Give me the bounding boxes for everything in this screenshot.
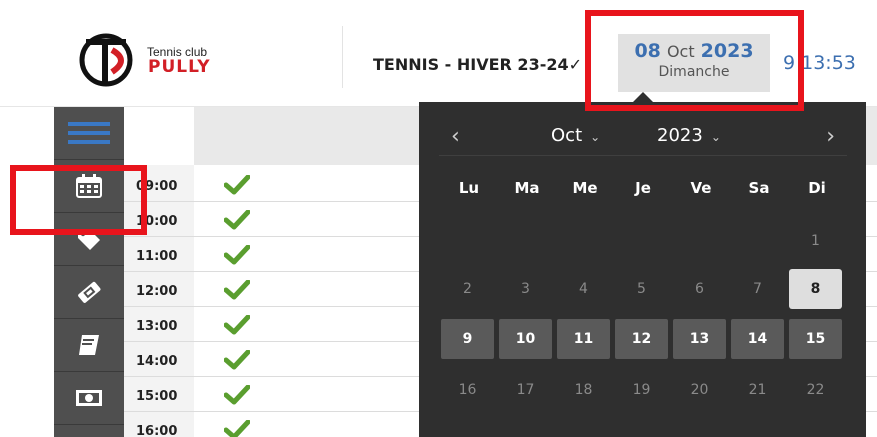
chevron-down-icon: ⌄ [590, 130, 601, 144]
hamburger-icon [68, 117, 110, 149]
weekday-label: Ma [514, 179, 540, 197]
day-cell[interactable]: 22 [789, 370, 842, 410]
highlight-box-calendar [10, 165, 147, 235]
day-cell[interactable]: 2 [441, 269, 494, 309]
season-label: TENNIS - HIVER 23-24 [373, 55, 569, 74]
check-icon [223, 349, 251, 370]
day-cell[interactable]: 13 [673, 319, 726, 359]
weekday-label: Sa [748, 179, 770, 197]
time-label: 16:00 [136, 424, 178, 437]
check-icon [223, 244, 251, 265]
day-cell[interactable]: 3 [499, 269, 552, 309]
sidebar [54, 107, 124, 437]
weekday-label: Ve [690, 179, 712, 197]
datepicker-popup: ‹ Oct ⌄ 2023 ⌄ › Lu Ma Me Je Ve Sa Di 1234567891… [419, 102, 866, 437]
month-select[interactable]: Oct ⌄ [551, 125, 600, 146]
day-cell[interactable]: 6 [673, 269, 726, 309]
day-cell[interactable]: 11 [557, 319, 610, 359]
day-cell[interactable]: 5 [615, 269, 668, 309]
season-chevron-icon: ✓ [568, 55, 583, 74]
day-cell[interactable]: 7 [731, 269, 784, 309]
weekday-label: Me [572, 179, 598, 197]
day-cell[interactable]: 10 [499, 319, 552, 359]
weekday-label: Je [635, 179, 651, 197]
datepicker-nav: ‹ Oct ⌄ 2023 ⌄ › [439, 120, 847, 156]
day-cell[interactable]: 4 [557, 269, 610, 309]
money-icon [76, 390, 102, 406]
time-label: 14:00 [136, 354, 178, 369]
day-cell[interactable]: 14 [731, 319, 784, 359]
check-icon [223, 384, 251, 405]
day-cell[interactable]: 21 [731, 370, 784, 410]
weekday-label: Di [808, 179, 826, 197]
month-label: Oct [551, 125, 583, 146]
next-month-button[interactable]: › [826, 124, 835, 149]
year-select[interactable]: 2023 ⌄ [657, 125, 721, 146]
time-label: 13:00 [136, 319, 178, 334]
time-label: 11:00 [136, 249, 178, 264]
day-cell[interactable]: 17 [499, 370, 552, 410]
club-logo [79, 33, 133, 87]
year-label: 2023 [657, 125, 703, 146]
day-cell[interactable]: 19 [615, 370, 668, 410]
check-icon [223, 314, 251, 335]
check-icon [223, 279, 251, 300]
sidebar-item-book[interactable] [54, 319, 124, 372]
check-icon [223, 174, 251, 195]
schedule-corner [124, 107, 194, 165]
time-label: 12:00 [136, 284, 178, 299]
highlight-box-date [585, 10, 804, 111]
check-icon [223, 419, 251, 437]
day-cell[interactable]: 1 [789, 221, 842, 261]
sidebar-item-payments[interactable] [54, 372, 124, 425]
header-divider [342, 26, 343, 88]
day-cell[interactable]: 16 [441, 370, 494, 410]
menu-toggle-button[interactable] [54, 107, 124, 160]
day-cell[interactable]: 15 [789, 319, 842, 359]
day-cell[interactable]: 20 [673, 370, 726, 410]
sidebar-item-tickets[interactable] [54, 266, 124, 319]
day-cell[interactable]: 18 [557, 370, 610, 410]
check-icon [223, 209, 251, 230]
chevron-down-icon: ⌄ [710, 130, 721, 144]
club-name: PULLY [148, 57, 211, 77]
prev-month-button[interactable]: ‹ [451, 124, 460, 149]
weekday-label: Lu [458, 179, 480, 197]
time-label: 15:00 [136, 389, 178, 404]
season-selector[interactable]: TENNIS - HIVER 23-24✓ [373, 55, 582, 74]
day-cell[interactable]: 8 [789, 269, 842, 309]
book-icon [79, 335, 99, 355]
ticket-icon [78, 281, 101, 303]
day-cell[interactable]: 12 [615, 319, 668, 359]
day-cell[interactable]: 9 [441, 319, 494, 359]
